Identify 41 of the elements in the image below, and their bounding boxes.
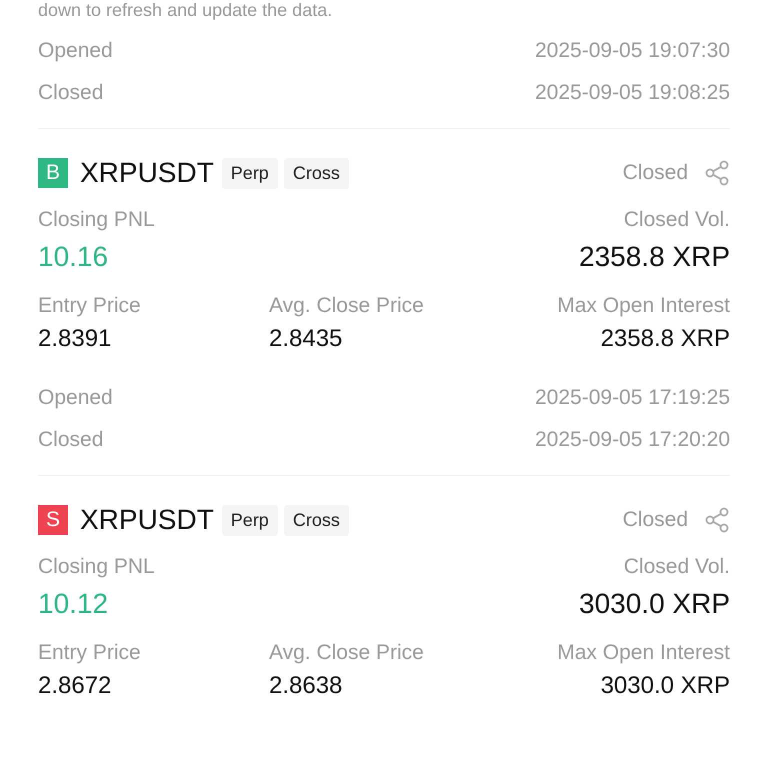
volume-value: 2358.8 XRP	[579, 241, 730, 273]
share-icon[interactable]	[704, 160, 730, 186]
open-interest-value: 2358.8 XRP	[600, 325, 730, 353]
pnl-label: Closing PNL	[38, 207, 155, 233]
volume-label: Closed Vol.	[624, 207, 730, 233]
entry-price-value: 2.8391	[38, 325, 112, 353]
status-text: Closed	[622, 508, 688, 532]
time-value: 2025-09-05 19:07:30	[535, 38, 730, 64]
time-value: 2025-09-05 19:08:25	[535, 80, 730, 106]
close-price-value: 2.8638	[269, 672, 342, 700]
open-interest-label: Max Open Interest	[557, 293, 730, 319]
time-label: Closed	[38, 427, 104, 453]
time-label: Opened	[38, 38, 113, 64]
symbol-name: XRPUSDT	[80, 157, 214, 189]
symbol-name: XRPUSDT	[80, 504, 214, 536]
tag: Perp	[222, 504, 278, 536]
time-value: 2025-09-05 17:19:25	[535, 385, 730, 411]
status-text: Closed	[622, 161, 688, 185]
close-price-value: 2.8435	[269, 325, 342, 353]
time-label: Opened	[38, 385, 113, 411]
side-badge: S	[38, 505, 68, 535]
pnl-label: Closing PNL	[38, 554, 155, 580]
entry-price-label: Entry Price	[38, 293, 141, 319]
side-badge: B	[38, 158, 68, 188]
entry-price-value: 2.8672	[38, 672, 112, 700]
pnl-value: 10.16	[38, 241, 108, 273]
pnl-value: 10.12	[38, 588, 108, 620]
entry-price-label: Entry Price	[38, 640, 141, 666]
tag: Cross	[284, 158, 349, 188]
tag: Perp	[222, 158, 278, 188]
close-price-label: Avg. Close Price	[269, 293, 424, 319]
time-label: Closed	[38, 80, 104, 106]
volume-label: Closed Vol.	[624, 554, 730, 580]
close-price-label: Avg. Close Price	[269, 640, 424, 666]
volume-value: 3030.0 XRP	[579, 588, 730, 620]
share-icon[interactable]	[704, 507, 730, 533]
open-interest-label: Max Open Interest	[557, 640, 730, 666]
notice-text: down to refresh and update the data.	[38, 0, 334, 20]
time-value: 2025-09-05 17:20:20	[535, 427, 730, 453]
tag: Cross	[284, 504, 349, 536]
open-interest-value: 3030.0 XRP	[600, 672, 730, 700]
